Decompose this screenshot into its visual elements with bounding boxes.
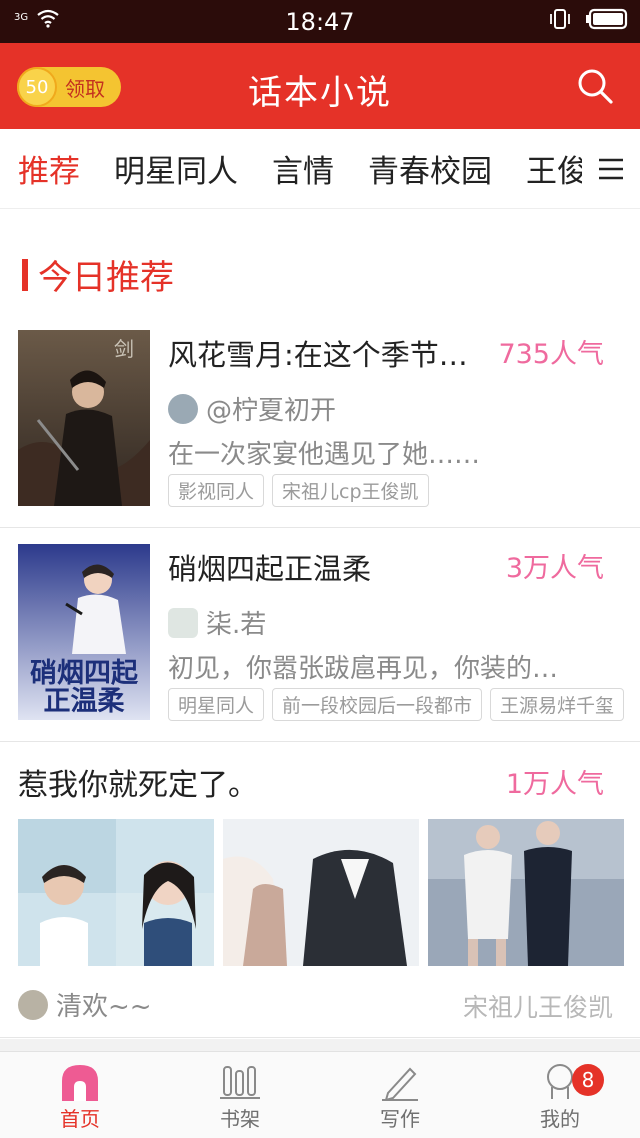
book-title[interactable]: 硝烟四起正温柔 (168, 546, 371, 588)
tab-menu-button[interactable] (582, 129, 640, 208)
bookshelf-icon (220, 1066, 260, 1099)
nav-label: 书架 (220, 1107, 260, 1131)
app-bar: 50 领取 话本小说 (0, 43, 640, 129)
book-item[interactable]: 硝烟四起 正温柔 硝烟四起正温柔 3万人气 柒.若 初见，你嚣张跋扈再见，你装的… (0, 528, 640, 742)
tab-star-fanfic[interactable]: 明星同人 (114, 146, 238, 191)
battery-icon (586, 8, 628, 30)
svg-text:剑: 剑 (114, 337, 134, 361)
author-name: @柠夏初开 (206, 396, 337, 426)
nav-label: 我的 (540, 1107, 580, 1131)
scrolled-fragment: ▔▔ (225, 209, 256, 219)
tab-campus[interactable]: 青春校园 (368, 146, 492, 191)
cover-image: 硝烟四起 正温柔 (18, 544, 150, 720)
book-tags: 影视同人 宋祖儿cp王俊凯 (168, 474, 429, 507)
scrolled-fragment: ▔▔ (385, 209, 416, 219)
section-divider (0, 1039, 640, 1051)
featured-author[interactable]: 清欢~~ (18, 986, 152, 1023)
status-time: 18:47 (285, 7, 355, 36)
featured-image[interactable] (428, 819, 624, 966)
book-item[interactable]: 剑 风花雪月:在这个季节… 735人气 @柠夏初开 在一次家宴他遇见了她…… 影… (0, 314, 640, 528)
network-type: 3G (14, 12, 29, 23)
book-tag[interactable]: 宋祖儿cp王俊凯 (272, 474, 429, 507)
author-name: 柒.若 (206, 610, 267, 640)
book-tags: 明星同人 前一段校园后一段都市 王源易烊千玺 (168, 688, 625, 721)
author-name: 清欢~~ (56, 992, 152, 1022)
nav-write[interactable]: 写作 (320, 1052, 480, 1138)
section-title: 今日推荐 (38, 258, 174, 298)
category-tabs: 推荐 明星同人 言情 青春校园 王俊 (0, 129, 640, 209)
book-cover[interactable]: 剑 (18, 330, 150, 506)
nav-bookshelf[interactable]: 书架 (160, 1052, 320, 1138)
search-icon[interactable] (576, 67, 614, 105)
book-title[interactable]: 风花雪月:在这个季节… (168, 332, 468, 374)
book-author[interactable]: @柠夏初开 (168, 390, 336, 427)
wifi-icon (37, 9, 59, 28)
cover-title-line2: 正温柔 (44, 686, 125, 717)
nav-home[interactable]: 首页 (0, 1052, 160, 1138)
scrolled-fragment: ▔▔ (545, 209, 576, 219)
cover-title-line1: 硝烟四起 (30, 658, 139, 689)
status-right (548, 8, 628, 30)
book-tag[interactable]: 王源易烊千玺 (490, 688, 625, 721)
bottom-nav: 首页 书架 写作 我的 8 (0, 1051, 640, 1138)
featured-title[interactable]: 惹我你就死定了。 (18, 760, 258, 804)
featured-image[interactable] (18, 819, 214, 966)
author-avatar (168, 393, 198, 424)
book-tag[interactable]: 影视同人 (168, 474, 265, 507)
book-tag[interactable]: 明星同人 (168, 688, 265, 721)
nav-profile[interactable]: 我的 8 (480, 1052, 640, 1138)
tab-romance[interactable]: 言情 (272, 146, 334, 191)
section-header: 今日推荐 (22, 250, 174, 299)
book-popularity: 735人气 (498, 339, 604, 370)
scrolled-fragment: ▔▔ (65, 209, 96, 219)
notification-badge: 8 (572, 1064, 604, 1096)
book-cover[interactable]: 硝烟四起 正温柔 (18, 544, 150, 720)
featured-popularity: 1万人气 (505, 769, 604, 800)
vibrate-icon (550, 9, 570, 29)
book-author[interactable]: 柒.若 (168, 604, 266, 641)
author-avatar (168, 607, 198, 638)
book-description: 在一次家宴他遇见了她…… (168, 440, 481, 470)
tab-recommend[interactable]: 推荐 (18, 146, 80, 191)
featured-images (18, 819, 624, 966)
home-icon (62, 1065, 98, 1101)
book-description: 初见，你嚣张跋扈再见，你装的… (168, 654, 559, 684)
tab-wang[interactable]: 王俊 (526, 146, 588, 191)
book-tag[interactable]: 前一段校园后一段都市 (272, 688, 483, 721)
menu-icon (599, 158, 623, 179)
featured-story[interactable]: 惹我你就死定了。 1万人气 清欢~~ 宋祖儿王俊凯 (0, 738, 640, 1038)
book-popularity: 3万人气 (505, 553, 604, 584)
author-avatar (18, 989, 48, 1020)
section-marker (22, 258, 28, 291)
nav-label: 写作 (380, 1107, 420, 1131)
scrolled-out-row: ▔▔ ▔▔ ▔▔ ▔▔ (0, 209, 640, 219)
nav-label: 首页 (60, 1107, 100, 1131)
cover-image: 剑 (18, 330, 150, 506)
status-bar: 3G 18:47 (0, 0, 640, 43)
app-title: 话本小说 (248, 73, 392, 113)
featured-tag[interactable]: 宋祖儿王俊凯 (463, 988, 613, 1024)
status-left: 3G (14, 8, 60, 28)
featured-image[interactable] (223, 819, 419, 966)
pen-icon (382, 1067, 418, 1101)
